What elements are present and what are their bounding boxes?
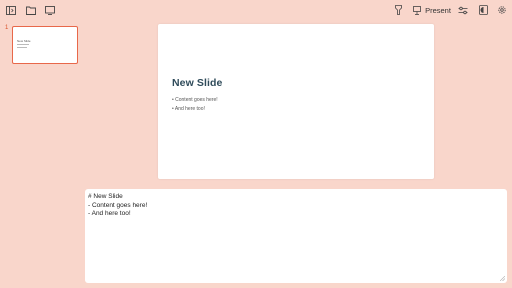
theme-icon[interactable] bbox=[477, 3, 489, 17]
thumbnail-title: New Slide bbox=[17, 39, 31, 43]
presentation-icon bbox=[413, 5, 421, 15]
markdown-editor[interactable]: # New Slide - Content goes here! - And h… bbox=[85, 189, 507, 283]
thumbnail-line bbox=[17, 47, 27, 48]
slide-number: 1 bbox=[5, 25, 9, 31]
slide-title: New Slide bbox=[172, 77, 223, 89]
toolbar: Present bbox=[0, 0, 512, 20]
monitor-icon[interactable] bbox=[44, 3, 56, 17]
sidebar-toggle-icon[interactable] bbox=[5, 3, 17, 17]
slide-bullet: • Content goes here! bbox=[172, 97, 218, 103]
slide-bullet: • And here too! bbox=[172, 106, 205, 112]
slide-preview[interactable]: New Slide • Content goes here! • And her… bbox=[158, 24, 434, 179]
present-label: Present bbox=[425, 5, 451, 15]
gear-icon[interactable] bbox=[496, 3, 508, 17]
folder-icon[interactable] bbox=[25, 3, 37, 17]
flashlight-icon[interactable] bbox=[393, 3, 403, 17]
editor-line: # New Slide bbox=[88, 193, 123, 200]
present-button[interactable]: Present bbox=[412, 3, 452, 17]
slide-thumbnail[interactable]: New Slide bbox=[12, 26, 78, 64]
editor-line: - Content goes here! bbox=[88, 201, 148, 209]
resize-handle-icon[interactable] bbox=[500, 276, 505, 281]
thumbnail-line bbox=[17, 44, 29, 45]
editor-line: - And here too! bbox=[88, 210, 131, 217]
sliders-icon[interactable] bbox=[457, 3, 469, 17]
